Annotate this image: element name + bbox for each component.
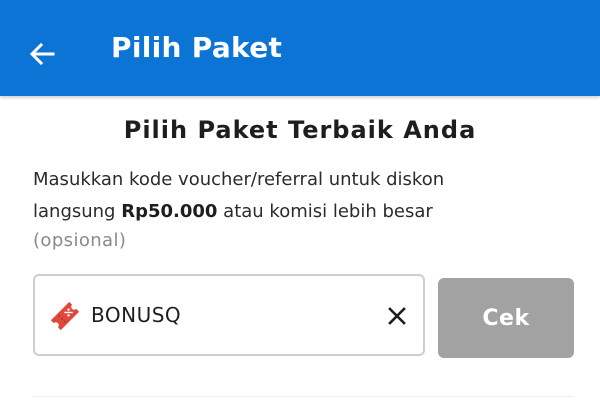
close-icon[interactable] [385, 304, 409, 328]
voucher-description: Masukkan kode voucher/referral untuk dis… [33, 164, 573, 228]
arrow-left-icon [29, 42, 55, 66]
voucher-code-field[interactable] [33, 274, 425, 356]
divider [33, 396, 573, 397]
description-line-1: Masukkan kode voucher/referral untuk dis… [33, 169, 445, 190]
page-title: Pilih Paket [111, 31, 283, 64]
ticket-icon [50, 301, 80, 331]
check-button[interactable]: Cek [438, 278, 574, 358]
description-line-2-start: langsung [33, 201, 122, 222]
discount-amount: Rp50.000 [121, 201, 218, 222]
section-heading: Pilih Paket Terbaik Anda [123, 116, 477, 144]
description-suffix: atau komisi lebih besar [217, 201, 433, 222]
back-button[interactable] [22, 34, 62, 74]
optional-label: (opsional) [33, 230, 127, 251]
voucher-code-input[interactable] [91, 303, 361, 327]
main-content: Pilih Paket Terbaik Anda Masukkan kode v… [0, 96, 600, 400]
description-line-2: langsung Rp50.000 atau komisi lebih besa… [33, 196, 573, 228]
app-bar: Pilih Paket [0, 0, 600, 96]
